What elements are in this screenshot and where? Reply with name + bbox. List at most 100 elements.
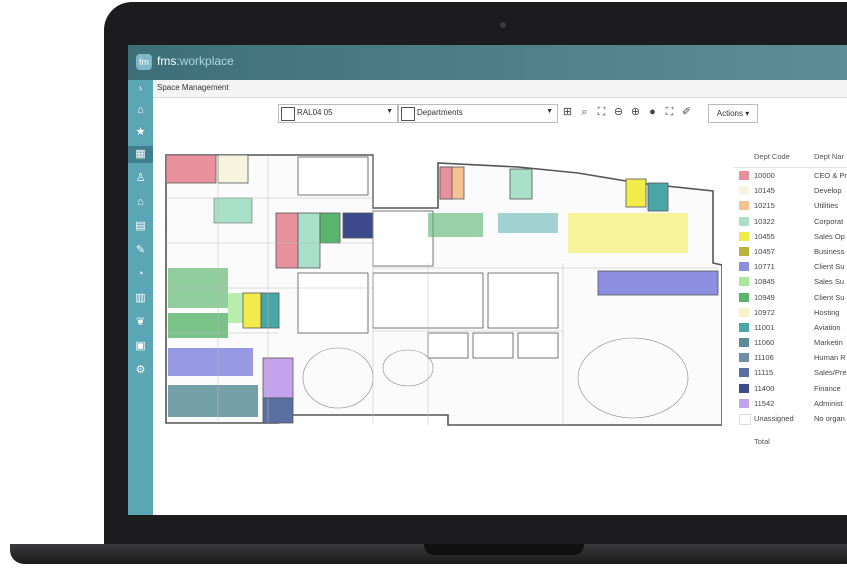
zone-aviation [498, 213, 558, 233]
legend-swatch [739, 277, 749, 287]
legend-row[interactable]: 10215 Utilities [733, 198, 847, 213]
legend-row[interactable]: 11115 Sales/Pre [733, 365, 847, 380]
legend-dept-code: 11060 [754, 338, 775, 348]
room-administration [262, 357, 294, 399]
legend-row[interactable]: 11542 Administ [733, 396, 847, 411]
legend-swatch [739, 383, 749, 393]
legend-row[interactable]: 10845 Sales Su [733, 274, 847, 289]
legend-row[interactable]: 10000 CEO & Pr [733, 168, 847, 183]
room-corporate-3 [509, 168, 533, 200]
legend-dept-name: Client Su [814, 292, 845, 302]
legend-row[interactable]: 10145 Develop [733, 183, 847, 198]
wrench-icon[interactable]: ✎ [132, 242, 149, 259]
zone-client-support-4 [168, 348, 253, 376]
zoom-in-icon[interactable]: ⊕ [628, 104, 643, 121]
legend-dept-code: 10972 [754, 307, 775, 317]
legend-swatch [739, 398, 749, 408]
room-ceo [165, 154, 217, 184]
leaf-icon[interactable]: ❦ [132, 314, 149, 331]
legend-dept-name: Finance [814, 383, 841, 393]
legend-dept-name: Hosting [814, 307, 840, 317]
legend-dept-name: Utilities [814, 201, 839, 211]
room-conference [297, 156, 369, 196]
zone-client-support [597, 270, 719, 296]
legend-dept-code: 10000 [754, 171, 775, 180]
building-icon[interactable]: ⌂ [132, 194, 149, 211]
star-icon[interactable]: ★ [132, 124, 149, 141]
expand-nav-button[interactable]: › [128, 80, 153, 97]
room-client-support [319, 212, 341, 244]
calculator-icon[interactable]: ▣ [132, 338, 149, 355]
legend-row[interactable]: 10949 Client Su [733, 290, 847, 305]
legend-dept-code: 10215 [754, 201, 775, 211]
select-tool-icon[interactable]: ⊞ [560, 104, 575, 121]
legend-row[interactable]: 10457 Business [733, 244, 847, 259]
chart-icon[interactable]: ▤ [132, 218, 149, 235]
room-ceo-2 [275, 212, 299, 269]
pie-chart-icon[interactable]: ◔ [132, 266, 149, 283]
legend-row[interactable]: Unassigned No organ [733, 411, 847, 426]
legend-swatch [739, 186, 749, 196]
zoom-window-icon[interactable]: ⌕ [577, 104, 592, 121]
floor-grid-icon [281, 107, 295, 121]
room-ceo-3 [439, 166, 453, 200]
room-sales-presales [262, 397, 294, 424]
legend-dept-code: 10145 [754, 186, 775, 196]
legend-row[interactable]: 11001 Aviation [733, 320, 847, 335]
legend-swatch [739, 292, 749, 302]
legend-dept-name: Administ [814, 398, 843, 408]
report-icon[interactable]: ▥ [132, 290, 149, 307]
zone-client-support-2 [428, 213, 483, 237]
floorplan-icon[interactable]: ▦ [128, 146, 153, 163]
person-icon[interactable]: ● [645, 104, 660, 121]
room-develop [217, 154, 249, 184]
room-corporate-2 [297, 212, 321, 269]
legend-total-label: Total [754, 437, 770, 447]
legend-dept-name: Develop [814, 186, 842, 196]
legend-dept-name: No organ [814, 414, 845, 423]
legend-row[interactable]: 11060 Marketin [733, 335, 847, 350]
zone-client-support-3 [168, 313, 228, 338]
legend-dept-name: Business [814, 246, 845, 256]
laptop-notch [424, 544, 584, 555]
zoom-out-icon[interactable]: ⊖ [611, 104, 626, 121]
app-logo[interactable]: fms:workplace [157, 54, 234, 68]
legend-swatch [739, 353, 749, 363]
room-sales-ops-2 [242, 292, 262, 329]
legend-row[interactable]: 10322 Corporat [733, 214, 847, 229]
legend-col-name: Dept Nar [814, 152, 845, 161]
legend-dept-name: Sales/Pre [814, 368, 847, 378]
legend-row[interactable]: 10972 Hosting [733, 305, 847, 320]
layer-select[interactable]: Departments ▼ [398, 104, 558, 123]
app-screen: fm fms:workplace › Space Management ⌂ ★ … [128, 45, 847, 515]
workstation-icon[interactable]: ♙ [132, 170, 149, 187]
home-icon[interactable]: ⌂ [132, 102, 149, 119]
legend-row[interactable]: 11106 Human R [733, 350, 847, 365]
legend-dept-code: 10771 [754, 262, 775, 272]
legend-dept-name: CEO & Pr [814, 171, 847, 180]
legend-dept-code: 10322 [754, 216, 775, 226]
department-legend: Dept Code Dept Nar 10000 CEO & Pr 10145 Dev… [733, 145, 847, 452]
actions-dropdown[interactable]: Actions ▾ [708, 104, 758, 123]
legend-dept-code: 10949 [754, 292, 775, 302]
floor-select[interactable]: RAL04 05 ▼ [278, 104, 398, 123]
redline-icon[interactable]: ✐ [679, 104, 694, 121]
app-header: fm fms:workplace [128, 45, 847, 80]
legend-row[interactable]: 11400 Finance [733, 381, 847, 396]
legend-dept-name: Sales Su [814, 277, 845, 287]
fullscreen-icon[interactable]: ⛶ [662, 104, 677, 121]
zone-human-resources [168, 385, 258, 417]
legend-swatch [739, 231, 749, 241]
legend-row[interactable]: 10455 Sales Op [733, 229, 847, 244]
zoom-extents-icon[interactable]: ⛶ [594, 104, 609, 121]
toolbar: RAL04 05 ▼ Departments ▼ ⊞ ⌕ ⛶ ⊖ ⊕ ● ⛶ ✐… [278, 104, 758, 124]
floor-plan[interactable] [158, 153, 722, 433]
layer-icon [401, 107, 415, 121]
room-northwest [372, 210, 434, 267]
legend-col-code: Dept Code [754, 152, 790, 161]
legend-swatch [739, 322, 749, 332]
legend-swatch [739, 414, 751, 425]
legend-dept-code: 11115 [754, 368, 774, 378]
settings-icon[interactable]: ⚙ [132, 362, 149, 379]
legend-row[interactable]: 10771 Client Su [733, 259, 847, 274]
